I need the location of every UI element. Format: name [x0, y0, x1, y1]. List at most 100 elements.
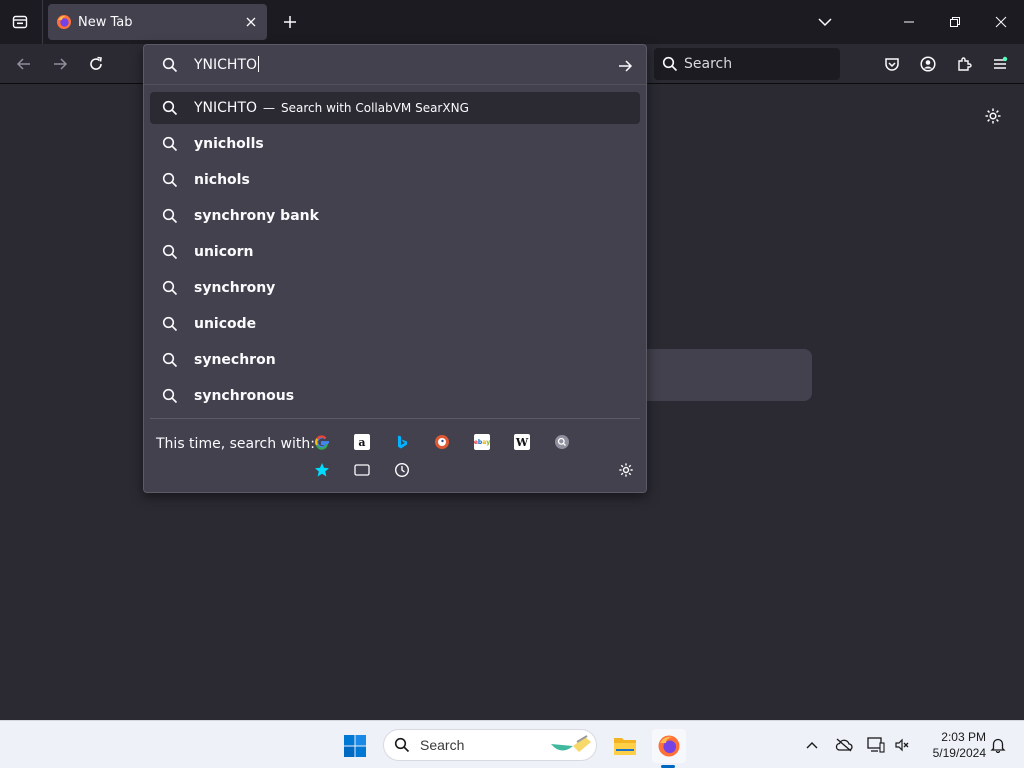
- gear-icon: [985, 108, 1001, 124]
- search-bar-placeholder: Search: [684, 56, 733, 72]
- result-icon: [162, 316, 178, 332]
- reload-button[interactable]: [82, 50, 110, 78]
- file-explorer-button[interactable]: [612, 733, 638, 759]
- speaker-muted-icon: [895, 738, 909, 752]
- back-button[interactable]: [10, 50, 38, 78]
- account-button[interactable]: [914, 50, 942, 78]
- searxng-icon: [555, 435, 569, 449]
- clock-time: 2:03 PM: [941, 730, 986, 744]
- forward-button[interactable]: [46, 50, 74, 78]
- close-icon: [995, 16, 1007, 28]
- notifications-button[interactable]: [988, 735, 1008, 755]
- urlbar-value: YNICHTO: [194, 56, 260, 73]
- pocket-icon: [885, 58, 899, 71]
- new-tab-button[interactable]: [278, 8, 302, 36]
- google-icon: [315, 435, 329, 450]
- tab-new-tab[interactable]: New Tab: [48, 4, 267, 40]
- tab-strip: New Tab: [0, 0, 1024, 44]
- go-button[interactable]: [614, 55, 636, 77]
- display-button[interactable]: [866, 735, 886, 755]
- taskbar-search-placeholder: Search: [420, 737, 465, 753]
- close-icon: [246, 17, 256, 27]
- folder-icon: [614, 738, 636, 755]
- arrow-right-icon: [54, 58, 68, 70]
- urlbar-suggestion[interactable]: synechron: [150, 344, 640, 376]
- one-off-history[interactable]: [390, 458, 414, 482]
- close-window-button[interactable]: [986, 8, 1016, 36]
- result-icon: [162, 352, 178, 368]
- volume-button[interactable]: [892, 735, 912, 755]
- search-bar[interactable]: Search: [654, 48, 840, 80]
- firefox-view-button[interactable]: [6, 8, 34, 36]
- firefox-icon: [57, 15, 71, 29]
- one-off-google[interactable]: [310, 430, 334, 454]
- search-icon: [394, 737, 410, 753]
- search-icon: [162, 208, 178, 224]
- close-tab-button[interactable]: [241, 12, 261, 32]
- firefox-icon: [658, 735, 680, 757]
- tab-title: New Tab: [78, 14, 133, 30]
- new-tab-search-field-background: [646, 349, 812, 401]
- restore-icon: [950, 17, 960, 27]
- onedrive-status-button[interactable]: [834, 735, 854, 755]
- urlbar-divider: [150, 418, 640, 419]
- extensions-button[interactable]: [950, 50, 978, 78]
- one-off-amazon[interactable]: a: [350, 430, 374, 454]
- one-off-tabs[interactable]: [350, 458, 374, 482]
- one-off-duckduckgo[interactable]: [430, 430, 454, 454]
- one-off-bing[interactable]: [390, 430, 414, 454]
- one-off-wikipedia[interactable]: W: [510, 430, 534, 454]
- gear-icon: [619, 463, 633, 477]
- search-settings-button[interactable]: [614, 458, 638, 482]
- taskbar-clock[interactable]: 2:03 PM 5/19/2024: [920, 729, 986, 761]
- history-icon: [394, 462, 410, 478]
- reload-icon: [90, 56, 102, 70]
- windows-logo-icon: [344, 735, 366, 757]
- account-icon: [920, 56, 936, 72]
- search-icon: [162, 100, 178, 116]
- urlbar-suggestion[interactable]: synchrony bank: [150, 200, 640, 232]
- one-off-bookmarks[interactable]: [310, 458, 334, 482]
- search-icon: [162, 352, 178, 368]
- firefox-taskbar-button[interactable]: [652, 729, 686, 763]
- result-icon: [162, 100, 178, 116]
- urlbar-input[interactable]: YNICHTO: [144, 45, 646, 85]
- urlbar-result-search-action[interactable]: YNICHTO — Search with CollabVM SearXNG: [150, 92, 640, 124]
- plus-icon: [284, 16, 296, 28]
- pocket-button[interactable]: [878, 50, 906, 78]
- minimize-button[interactable]: [894, 8, 924, 36]
- result-text: synchronous: [194, 388, 295, 404]
- taskbar-search[interactable]: Search: [383, 729, 597, 761]
- urlbar-suggestion[interactable]: nichols: [150, 164, 640, 196]
- restore-button[interactable]: [940, 8, 970, 36]
- search-icon: [162, 172, 178, 188]
- result-text: unicode: [194, 316, 257, 332]
- one-off-ebay[interactable]: ebay: [470, 430, 494, 454]
- urlbar-suggestion[interactable]: unicorn: [150, 236, 640, 268]
- result-separator: —: [263, 101, 276, 115]
- customize-new-tab-button[interactable]: [982, 105, 1004, 127]
- start-button[interactable]: [342, 733, 368, 759]
- search-icon: [162, 244, 178, 260]
- monitor-icon: [867, 737, 885, 753]
- urlbar-suggestion[interactable]: ynicholls: [150, 128, 640, 160]
- text-caret: [258, 56, 260, 72]
- urlbar-suggestion[interactable]: synchronous: [150, 380, 640, 412]
- bookmarks-icon: [315, 463, 329, 477]
- list-all-tabs-button[interactable]: [810, 8, 840, 36]
- one-off-searxng[interactable]: [550, 430, 574, 454]
- result-text: YNICHTO: [194, 100, 258, 116]
- show-hidden-icons-button[interactable]: [804, 737, 820, 753]
- result-icon: [162, 388, 178, 404]
- amazon-icon: a: [354, 434, 370, 450]
- bell-icon: [990, 738, 1006, 753]
- duckduckgo-icon: [435, 435, 449, 449]
- app-menu-button[interactable]: [986, 50, 1014, 78]
- arrow-right-icon: [619, 60, 633, 72]
- result-text: synchrony: [194, 280, 276, 296]
- result-icon: [162, 280, 178, 296]
- result-action: Search with CollabVM SearXNG: [281, 101, 469, 115]
- taskbar: Search 2:03 PM 5/19/2024: [0, 720, 1024, 768]
- urlbar-suggestion[interactable]: synchrony: [150, 272, 640, 304]
- urlbar-suggestion[interactable]: unicode: [150, 308, 640, 340]
